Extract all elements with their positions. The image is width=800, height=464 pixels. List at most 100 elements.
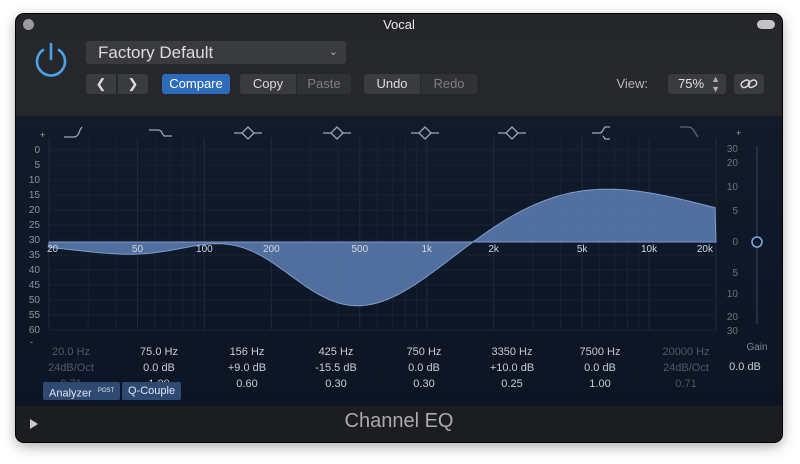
db-tick-label: 10 — [29, 175, 41, 186]
band-gain[interactable]: 0.0 dB — [143, 362, 175, 374]
paste-button[interactable]: Paste — [297, 74, 351, 94]
high-cut-icon[interactable] — [680, 126, 699, 138]
preset-menu[interactable]: Factory Default ⌄ — [86, 41, 346, 64]
window-title: Vocal — [383, 17, 415, 32]
band-gain[interactable]: +9.0 dB — [228, 362, 266, 374]
redo-button[interactable]: Redo — [421, 74, 477, 94]
db-tick-label: 20 — [29, 205, 41, 216]
band-frequency[interactable]: 156 Hz — [230, 346, 265, 358]
previous-preset-button[interactable]: ❮ — [86, 74, 116, 94]
gain-tick-label: 20 — [727, 158, 739, 169]
band-type-icons — [64, 126, 699, 140]
eq-curve[interactable] — [48, 188, 717, 307]
frequency-label: 20 — [47, 244, 59, 255]
frequency-label: 1k — [421, 244, 433, 255]
link-icon — [740, 79, 758, 89]
header: Factory Default ⌄ ❮ ❯ Compare Copy Paste… — [16, 36, 782, 116]
frequency-label: 20k — [697, 244, 714, 255]
close-icon[interactable] — [23, 19, 34, 30]
gain-tick-label: 30 — [727, 326, 739, 337]
db-tick-label: 50 — [29, 295, 41, 306]
plugin-window: Vocal Factory Default ⌄ ❮ ❯ Compare Copy… — [16, 14, 782, 442]
low-shelf-icon[interactable] — [149, 129, 172, 137]
band-gain[interactable]: +10.0 dB — [490, 362, 534, 374]
window-toggle-icon[interactable] — [757, 20, 775, 29]
band-gain[interactable]: -15.5 dB — [315, 362, 357, 374]
gain-tick-label: 30 — [727, 144, 739, 155]
band-q[interactable]: 0.71 — [675, 378, 696, 390]
band-q[interactable]: 1.00 — [589, 378, 610, 390]
frequency-label: 2k — [488, 244, 500, 255]
eq-graph[interactable]: 0 5 10 15 20 25 30 35 40 45 50 55 60 30 20 10 5 0 5 10 20 30… — [16, 116, 782, 406]
right-db-scale: 30 20 10 5 0 5 10 20 30 — [727, 144, 739, 337]
high-shelf-icon[interactable] — [592, 126, 610, 140]
db-tick-label: 45 — [29, 280, 41, 291]
low-cut-icon[interactable] — [64, 126, 83, 138]
view-zoom-value: 75% — [678, 76, 705, 91]
db-tick-label: 15 — [29, 190, 41, 201]
db-tick-label: 60 — [29, 325, 41, 336]
db-tick-label: 40 — [29, 265, 41, 276]
band-q[interactable]: 0.60 — [236, 378, 257, 390]
plugin-name: Channel EQ — [344, 410, 454, 432]
band-frequency[interactable]: 7500 Hz — [580, 346, 621, 358]
gain-tick-label: 20 — [727, 312, 739, 323]
frequency-label: 500 — [351, 244, 368, 255]
db-tick-label: 0 — [34, 145, 40, 156]
band-gain[interactable]: 24dB/Oct — [663, 362, 709, 374]
band-q[interactable]: 0.30 — [413, 378, 434, 390]
power-icon[interactable] — [32, 41, 70, 79]
copy-button[interactable]: Copy — [240, 74, 296, 94]
band-gain[interactable]: 0.0 dB — [408, 362, 440, 374]
analyzer-button[interactable]: Analyzer POST — [43, 382, 121, 400]
link-button[interactable] — [734, 74, 764, 94]
left-db-scale: 0 5 10 15 20 25 30 35 40 45 50 55 60 — [29, 145, 41, 336]
band-gain[interactable]: 0.0 dB — [584, 362, 616, 374]
next-preset-button[interactable]: ❯ — [118, 74, 148, 94]
band-frequency[interactable]: 20.0 Hz — [52, 346, 90, 358]
db-tick-label: 5 — [34, 160, 40, 171]
frequency-label: 100 — [196, 244, 213, 255]
frequency-label: 200 — [263, 244, 280, 255]
bell-icon[interactable] — [411, 126, 439, 140]
db-tick-label: 30 — [29, 235, 41, 246]
gain-tick-label: 0 — [732, 237, 738, 248]
footer: Channel EQ — [16, 406, 782, 442]
db-tick-label: 55 — [29, 310, 41, 321]
stepper-icon: ▲ ▼ — [711, 74, 720, 94]
preset-label: Factory Default — [98, 43, 214, 62]
gain-tick-label: 10 — [727, 289, 739, 300]
compare-button[interactable]: Compare — [162, 74, 230, 94]
band-frequency[interactable]: 425 Hz — [319, 346, 354, 358]
db-tick-label: 25 — [29, 220, 41, 231]
view-zoom-select[interactable]: 75% ▲ ▼ — [668, 74, 726, 94]
undo-button[interactable]: Undo — [364, 74, 420, 94]
band-frequency[interactable]: 3350 Hz — [492, 346, 533, 358]
analyzer-post-label: POST — [97, 388, 115, 394]
frequency-label: 5k — [577, 244, 589, 255]
bell-icon[interactable] — [498, 126, 526, 140]
analyzer-label: Analyzer — [49, 387, 92, 400]
band-frequency[interactable]: 20000 Hz — [662, 346, 709, 358]
right-plus-marker: + — [736, 128, 741, 138]
q-couple-button[interactable]: Q-Couple — [122, 382, 182, 400]
gain-tick-label: 5 — [732, 206, 738, 217]
view-label: View: — [616, 76, 648, 91]
band-gain[interactable]: 24dB/Oct — [48, 362, 94, 374]
title-bar: Vocal — [16, 14, 782, 36]
frequency-label: 50 — [132, 244, 144, 255]
eq-graph-canvas[interactable]: 051015202530354045505560 302010505102030… — [16, 116, 782, 406]
band-frequency[interactable]: 75.0 Hz — [140, 346, 178, 358]
frequency-label: 10k — [641, 244, 658, 255]
bell-icon[interactable] — [323, 126, 351, 140]
minus-marker: - — [30, 337, 33, 347]
band-q[interactable]: 0.25 — [501, 378, 522, 390]
gain-value[interactable]: 0.0 dB — [729, 361, 761, 373]
band-frequency[interactable]: 750 Hz — [407, 346, 442, 358]
gain-slider-handle[interactable] — [751, 236, 763, 248]
band-q[interactable]: 0.30 — [325, 378, 346, 390]
db-tick-label: 35 — [29, 250, 41, 261]
gain-tick-label: 5 — [732, 268, 738, 279]
bell-icon[interactable] — [234, 126, 262, 140]
chevron-down-icon: ⌄ — [328, 46, 338, 58]
